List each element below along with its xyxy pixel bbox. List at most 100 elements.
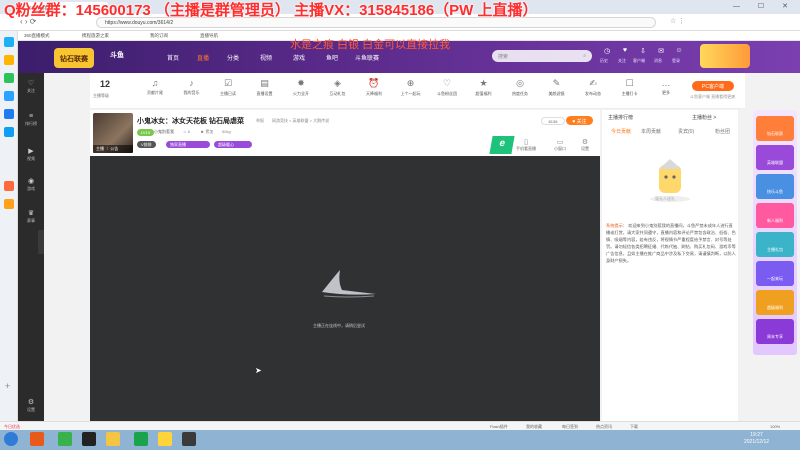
status-bar: 今日优选 Flash插件 我的收藏 每日签到 热点资讯 下载 100% bbox=[0, 421, 800, 430]
search-input[interactable]: 搜索 ⌕ bbox=[492, 50, 592, 62]
ad-block[interactable]: 超级福利 bbox=[756, 290, 794, 315]
app-icon[interactable] bbox=[4, 91, 14, 101]
toolbar-item[interactable]: ◈ 互动礼包 bbox=[321, 78, 355, 97]
nav-item[interactable]: 首页 bbox=[167, 53, 179, 62]
bookmark-item[interactable]: 携程旅游之家 bbox=[82, 33, 109, 39]
leftnav-item[interactable]: ♛ 赛事 bbox=[18, 209, 44, 224]
leftnav-item[interactable]: ⚙ 设置 bbox=[18, 398, 44, 413]
toolbar-item[interactable]: ⊕ 上个一起玩 bbox=[394, 78, 428, 97]
toolbar-item[interactable]: ▤ 直播设置 bbox=[248, 78, 282, 97]
toolbar-item[interactable]: ♡ 斗鱼粉丝团 bbox=[430, 78, 464, 97]
taskbar-app-icon[interactable] bbox=[158, 432, 172, 446]
rank-link[interactable]: 主播粉丝 > bbox=[692, 114, 716, 121]
system-message: 系统提示： 欢迎来到小鬼别惹我的直播间，斗鱼严禁未成年人进行直播或打赏，请大家共… bbox=[606, 223, 736, 263]
report-link[interactable]: 举报 bbox=[256, 118, 264, 124]
settings-button[interactable]: ⚙ 设置 bbox=[581, 138, 589, 152]
toolbar-item-label: 我的音乐 bbox=[183, 90, 200, 95]
app-icon[interactable] bbox=[4, 55, 14, 65]
toolbar-item[interactable]: ☑ 主播已读 bbox=[211, 78, 245, 97]
promo-banner[interactable] bbox=[700, 44, 750, 68]
clock[interactable]: 19:27 2021/12/12 bbox=[744, 432, 769, 446]
tag-pill[interactable]: 超级暖心 bbox=[214, 141, 252, 148]
menu-icon[interactable]: ☆ ⋮ bbox=[670, 17, 685, 25]
nav-item[interactable]: 视频 bbox=[260, 53, 272, 62]
nav-item[interactable]: 分类 bbox=[227, 53, 239, 62]
bookmark-item[interactable]: 直播导航 bbox=[200, 33, 218, 39]
leftnav-item[interactable]: ≡ 排行榜 bbox=[18, 113, 44, 127]
site-logo[interactable]: 斗鱼 bbox=[110, 50, 142, 62]
ad-block[interactable]: 英雄联盟 bbox=[756, 145, 794, 170]
ad-block[interactable]: 周末专享 bbox=[756, 319, 794, 344]
window-controls[interactable]: — ☐ ✕ bbox=[733, 2, 796, 10]
tag-pill[interactable]: 独家直播 bbox=[166, 141, 210, 148]
toolbar-item-icon: ☑ bbox=[223, 78, 233, 88]
collapse-handle[interactable] bbox=[38, 230, 44, 254]
room-category[interactable]: 网游竞技 > 英雄联盟 > 大鹅传说 bbox=[272, 118, 329, 124]
taskbar-app-icon[interactable] bbox=[182, 432, 196, 446]
overlay-contact-text: Q粉丝群：145600173 （主播是群管理员） 主播VX：315845186（… bbox=[4, 2, 538, 19]
banner-logo[interactable]: 钻石联赛 bbox=[54, 48, 94, 68]
add-icon[interactable]: + bbox=[5, 381, 10, 391]
tab-vip[interactable]: 贵宾(0) bbox=[678, 128, 694, 135]
leftnav-item[interactable]: ♡ 关注 bbox=[18, 79, 44, 94]
search-icon[interactable]: ⌕ bbox=[583, 53, 586, 59]
leftnav-item[interactable]: ◉ 游戏 bbox=[18, 177, 44, 192]
tag-pill[interactable]: V前排 bbox=[137, 141, 156, 148]
tab-fans[interactable]: 粉丝团 bbox=[715, 128, 730, 135]
tab-week[interactable]: 本周贡献 bbox=[641, 128, 661, 135]
toolbar-item[interactable]: ★ 超值福利 bbox=[467, 78, 501, 97]
nav-item[interactable]: 游戏 bbox=[293, 53, 305, 62]
taskbar-app-icon[interactable] bbox=[82, 432, 96, 446]
ad-block[interactable]: 快乐斗鱼 bbox=[756, 174, 794, 199]
toolbar-item[interactable]: ♪ 我的音乐 bbox=[175, 78, 209, 96]
app-icon[interactable] bbox=[4, 127, 14, 137]
start-icon[interactable] bbox=[4, 432, 18, 446]
taskbar-app-icon[interactable] bbox=[134, 432, 148, 446]
nav-item[interactable]: 鱼吧 bbox=[326, 53, 338, 62]
toolbar-item[interactable]: ◎ 热度任务 bbox=[503, 78, 537, 97]
zoom-level[interactable]: 100% bbox=[770, 424, 780, 429]
toolbar-item-icon: ⊕ bbox=[406, 78, 415, 88]
pc-client-button[interactable]: PC客户端 bbox=[692, 81, 734, 91]
app-icon[interactable] bbox=[4, 199, 14, 209]
taskbar-app-icon[interactable] bbox=[106, 432, 120, 446]
history-icon[interactable]: ◷ bbox=[602, 47, 612, 56]
app-icon[interactable] bbox=[4, 73, 14, 83]
nav-item[interactable]: 斗鱼联赛 bbox=[355, 53, 379, 62]
phone-view-button[interactable]: ▯ 手机看直播 bbox=[516, 138, 536, 152]
follow-button[interactable]: ♥ 关注 bbox=[566, 116, 593, 125]
leftnav-item[interactable]: ▶ 视频 bbox=[18, 147, 44, 162]
app-icon[interactable] bbox=[4, 37, 14, 47]
taskbar-app-icon[interactable] bbox=[30, 432, 44, 446]
anchor-name[interactable]: 小鬼别惹我 bbox=[154, 129, 174, 135]
follow-icon[interactable]: ♥ bbox=[620, 47, 630, 56]
ad-block[interactable]: 新人福利 bbox=[756, 203, 794, 228]
header-icon-label: 关注 bbox=[618, 58, 626, 63]
ad-block[interactable]: 钻石联赛 bbox=[756, 116, 794, 141]
toolbar-item[interactable]: ✎ 美颜滤镜 bbox=[540, 78, 574, 97]
mouse-cursor-icon: ➤ bbox=[255, 366, 262, 375]
bookmark-item[interactable]: 我的订阅 bbox=[150, 33, 168, 39]
ad-block[interactable]: 主播礼包 bbox=[756, 232, 794, 257]
rank-title[interactable]: 主播排行榜 bbox=[608, 114, 633, 121]
toolbar-item[interactable]: … 更多 bbox=[649, 78, 683, 96]
toolbar-item[interactable]: ⏰ 天降福利 bbox=[357, 78, 391, 97]
ad-block[interactable]: 一起来玩 bbox=[756, 261, 794, 286]
taskbar-app-icon[interactable] bbox=[58, 432, 72, 446]
user-icon[interactable]: ☺ bbox=[674, 47, 684, 56]
toolbar-item[interactable]: ✸ 火力全开 bbox=[284, 78, 318, 97]
toolbar-item[interactable]: ✍ 发布动态 bbox=[576, 78, 610, 97]
nav-item-active[interactable]: 直播 bbox=[197, 53, 209, 62]
app-icon[interactable] bbox=[4, 109, 14, 119]
download-icon[interactable]: ⇩ bbox=[638, 47, 648, 56]
bookmark-item[interactable]: 360直播模式 bbox=[24, 33, 50, 39]
toolbar-item[interactable]: ♫ 贡献片尾 bbox=[138, 78, 172, 96]
toolbar-item-label: 超值福利 bbox=[475, 91, 492, 96]
toolbar-item[interactable]: ☐ 主播打卡 bbox=[613, 78, 647, 97]
tab-today[interactable]: 今日贡献 bbox=[611, 128, 631, 135]
mini-window-button[interactable]: ▭ 小窗口 bbox=[554, 138, 566, 152]
heat-stat: ♨ 6 bbox=[183, 129, 190, 134]
msg-icon[interactable]: ✉ bbox=[656, 47, 666, 56]
app-icon[interactable] bbox=[4, 181, 14, 191]
toolbar-item-label: 上个一起玩 bbox=[400, 91, 421, 96]
